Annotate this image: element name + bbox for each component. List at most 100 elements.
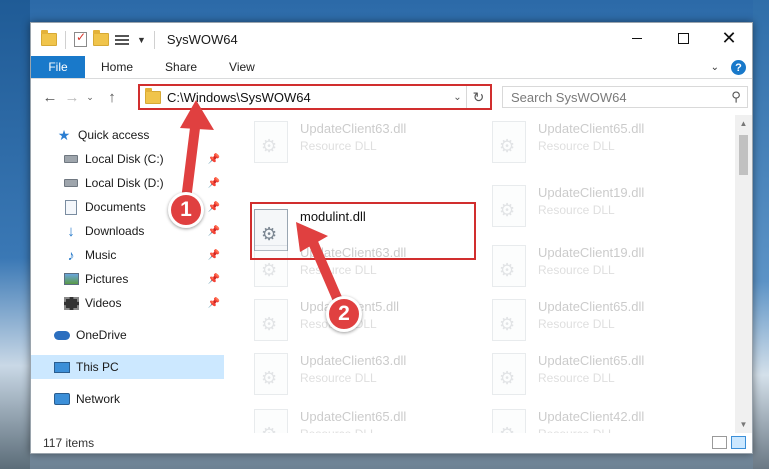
file-item[interactable]: UpdateClient65.dll Resource DLL	[492, 119, 712, 167]
nav-videos[interactable]: Videos 📌	[31, 291, 224, 315]
dll-file-icon	[492, 353, 526, 395]
download-arrow-icon: ↓	[67, 222, 75, 240]
file-item[interactable]: UpdateClient65.dllResource DLL	[254, 407, 474, 433]
vertical-scrollbar[interactable]: ▲ ▼	[735, 115, 752, 433]
pin-icon[interactable]: 📌	[208, 154, 220, 165]
file-name: UpdateClient65.dll	[538, 353, 645, 368]
nav-network[interactable]: Network	[31, 387, 224, 411]
pin-icon[interactable]: 📌	[208, 250, 220, 261]
scroll-up-icon[interactable]: ▲	[735, 115, 752, 132]
file-list: UpdateClient63.dll Resource DLL UpdateCli…	[224, 115, 752, 433]
file-type: Resource DLL	[300, 263, 377, 277]
nav-label: Documents	[85, 200, 146, 214]
forward-arrow-icon[interactable]: →	[61, 89, 83, 106]
close-button[interactable]: ✕	[706, 23, 752, 53]
title-bar: ▼ SysWOW64 ✕	[31, 23, 752, 56]
maximize-button[interactable]	[660, 23, 706, 53]
tab-file[interactable]: File	[31, 56, 85, 78]
nav-local-disk-c[interactable]: Local Disk (C:) 📌	[31, 147, 224, 171]
nav-pictures[interactable]: Pictures 📌	[31, 267, 224, 291]
file-name: UpdateClient19.dll	[538, 245, 645, 260]
qat-dropdown-icon[interactable]: ▼	[137, 35, 146, 45]
file-item[interactable]: UpdateClient42.dllResource DLL	[492, 407, 712, 433]
network-icon	[54, 391, 70, 407]
star-icon: ★	[57, 126, 71, 143]
toolbar-divider	[65, 30, 66, 49]
main-area: ★ Quick access Local Disk (C:) 📌 Local D…	[31, 115, 752, 433]
tab-share[interactable]: Share	[149, 56, 213, 78]
explorer-window: ▼ SysWOW64 ✕ File Home Share View ⌄ ? ← …	[30, 22, 753, 454]
step-badge-2: 2	[326, 296, 362, 332]
nav-label: Pictures	[85, 272, 129, 286]
customize-list-icon[interactable]	[115, 33, 131, 47]
desktop-background-left	[0, 0, 30, 469]
dll-file-icon	[492, 121, 526, 163]
dll-file-icon	[492, 409, 526, 433]
search-icon[interactable]: ⚲	[725, 89, 747, 105]
file-type: Resource DLL	[538, 317, 615, 331]
nav-local-disk-d[interactable]: Local Disk (D:) 📌	[31, 171, 224, 195]
pin-icon[interactable]: 📌	[208, 178, 220, 189]
nav-label: OneDrive	[76, 328, 127, 342]
toolbar-divider	[153, 30, 155, 49]
minimize-button[interactable]	[614, 23, 660, 53]
properties-check-icon[interactable]	[74, 30, 87, 47]
large-icons-view-icon[interactable]	[731, 436, 746, 449]
pin-icon[interactable]: 📌	[208, 202, 220, 213]
file-item[interactable]: UpdateClient65.dllResource DLL	[492, 351, 712, 399]
nav-onedrive[interactable]: OneDrive	[31, 323, 224, 347]
view-toggle	[712, 436, 746, 449]
help-icon[interactable]: ?	[731, 60, 746, 75]
ribbon-tabs: File Home Share View ⌄ ?	[31, 56, 752, 79]
pictures-icon	[63, 271, 79, 287]
file-name: UpdateClient65.dll	[300, 409, 407, 424]
search-input[interactable]	[511, 89, 725, 105]
address-path[interactable]: C:\Windows\SysWOW64	[167, 90, 448, 105]
music-note-icon: ♪	[67, 247, 75, 263]
desktop-background-right	[753, 0, 769, 469]
file-item[interactable]: UpdateClient63.dll Resource DLL	[254, 351, 474, 399]
file-item[interactable]: UpdateClient65.dllResource DLL	[492, 297, 712, 345]
file-item[interactable]: UpdateClient19.dll Resource DLL	[492, 183, 712, 231]
back-arrow-icon[interactable]: ←	[39, 89, 61, 106]
file-name: UpdateClient63.dll	[300, 121, 407, 136]
file-name: UpdateClient19.dll	[538, 185, 645, 200]
refresh-icon[interactable]: ↻	[466, 86, 490, 108]
file-type: Resource DLL	[538, 203, 615, 217]
scroll-thumb[interactable]	[739, 135, 748, 175]
ribbon-right-controls: ⌄ ?	[711, 56, 752, 79]
up-arrow-icon[interactable]: ↑	[101, 89, 123, 106]
film-strip-icon	[63, 295, 79, 311]
pin-icon[interactable]: 📌	[208, 298, 220, 309]
recent-locations-dropdown-icon[interactable]: ⌄	[83, 92, 97, 103]
file-name: UpdateClient65.dll	[538, 121, 645, 136]
tab-view[interactable]: View	[213, 56, 271, 78]
nav-label: Music	[85, 248, 117, 262]
address-bar[interactable]: C:\Windows\SysWOW64 ⌄ ↻	[138, 84, 492, 110]
address-dropdown-icon[interactable]: ⌄	[448, 91, 466, 103]
file-type: Resource DLL	[538, 139, 615, 153]
documents-icon	[63, 199, 79, 215]
nav-quick-access[interactable]: ★ Quick access	[31, 123, 224, 147]
pin-icon[interactable]: 📌	[208, 274, 220, 285]
nav-label: Videos	[85, 296, 122, 310]
navigation-pane: ★ Quick access Local Disk (C:) 📌 Local D…	[31, 115, 224, 433]
tab-home[interactable]: Home	[85, 56, 149, 78]
file-item[interactable]: UpdateClient63.dll Resource DLL	[254, 119, 474, 167]
item-count: 117 items	[43, 436, 95, 450]
nav-label: This PC	[76, 360, 119, 374]
address-row: ← → ⌄ ↑ C:\Windows\SysWOW64 ⌄ ↻ ⚲	[31, 79, 752, 115]
new-folder-icon[interactable]	[93, 30, 109, 46]
expand-ribbon-chevron-icon[interactable]: ⌄	[711, 62, 719, 73]
details-view-icon[interactable]	[712, 436, 727, 449]
file-item[interactable]: UpdateClient19.dll Resource DLL	[492, 243, 712, 291]
nav-this-pc[interactable]: This PC	[31, 355, 224, 379]
pin-icon[interactable]: 📌	[208, 226, 220, 237]
file-item[interactable]: UpdateClient5.dllResource DLL	[254, 297, 474, 345]
scroll-down-icon[interactable]: ▼	[735, 416, 752, 433]
quick-access-toolbar: ▼	[31, 30, 157, 49]
nav-music[interactable]: ♪ Music 📌	[31, 243, 224, 267]
drive-icon	[63, 151, 79, 167]
file-name: UpdateClient63.dll	[300, 353, 407, 368]
